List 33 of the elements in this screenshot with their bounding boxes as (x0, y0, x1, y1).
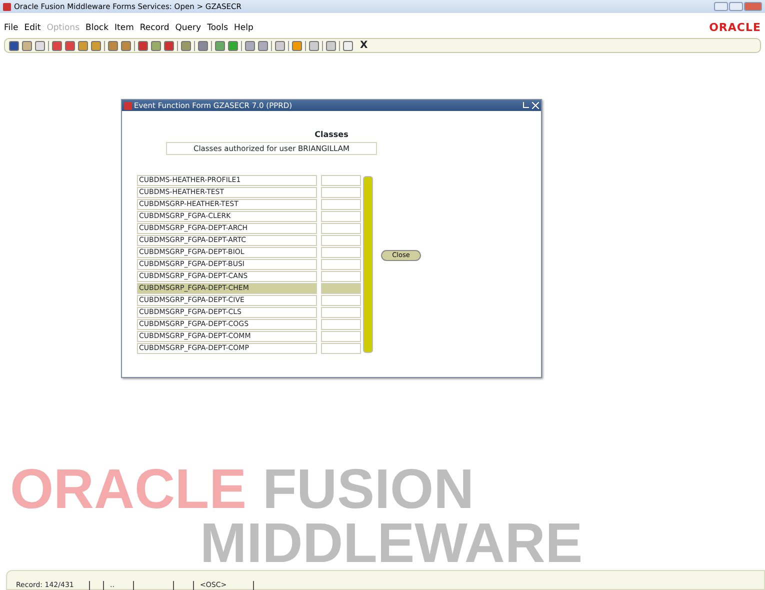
menu-item[interactable]: Record (140, 22, 170, 35)
value-field[interactable] (321, 283, 361, 294)
menu-item[interactable]: Edit (24, 22, 41, 35)
value-field[interactable] (321, 175, 361, 186)
menu-item[interactable]: Block (86, 22, 108, 35)
value-field[interactable] (321, 319, 361, 330)
app-icon (3, 2, 11, 10)
value-field[interactable] (321, 211, 361, 222)
value-field[interactable] (321, 223, 361, 234)
value-field[interactable] (321, 331, 361, 342)
value-field[interactable] (321, 271, 361, 282)
value-field[interactable] (321, 259, 361, 270)
resize-icon[interactable] (523, 102, 529, 108)
section-heading: Classes (314, 129, 350, 141)
form-icon (124, 102, 132, 110)
value-field[interactable] (321, 187, 361, 198)
value-field[interactable] (321, 295, 361, 306)
close-icon[interactable] (532, 102, 539, 109)
value-field[interactable] (321, 235, 361, 246)
value-field[interactable] (321, 307, 361, 318)
menu-item[interactable]: Query (175, 22, 202, 35)
minimize-button[interactable] (714, 2, 728, 11)
menu-item[interactable]: Help (234, 22, 254, 35)
logo: ORACLE (709, 20, 761, 36)
menu-item[interactable]: Item (114, 22, 134, 35)
value-field[interactable] (321, 343, 361, 354)
maximize-button[interactable] (729, 2, 743, 11)
menu-item[interactable]: File (4, 22, 18, 35)
exit-button[interactable]: X (360, 38, 368, 53)
menu-item[interactable]: Tools (207, 22, 228, 35)
scrollbar[interactable] (363, 176, 373, 353)
value-field[interactable] (321, 247, 361, 258)
value-field[interactable] (321, 199, 361, 210)
